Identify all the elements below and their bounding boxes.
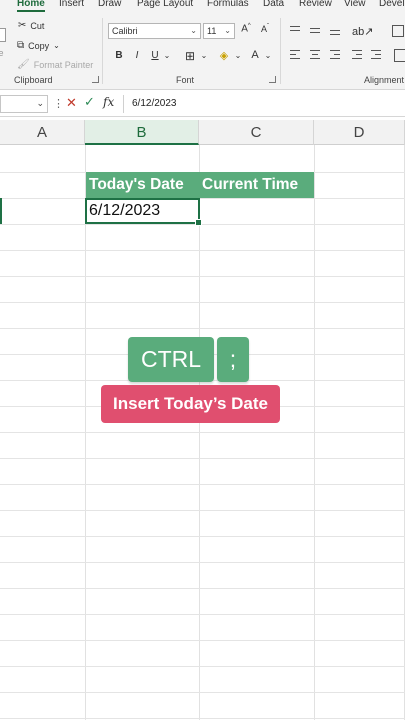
scissors-icon: ✂ bbox=[18, 20, 27, 31]
gridline bbox=[0, 562, 405, 563]
tab-home[interactable]: Home bbox=[17, 0, 45, 12]
font-color-icon[interactable]: A bbox=[249, 49, 261, 61]
gridline bbox=[0, 302, 405, 303]
ctrl-key-badge: CTRL bbox=[128, 337, 214, 382]
underline-button[interactable]: U bbox=[149, 50, 161, 61]
gridline bbox=[0, 224, 405, 225]
chevron-down-icon[interactable]: ⌄ bbox=[262, 51, 274, 60]
column-header-row: A B C D bbox=[0, 120, 405, 145]
clipboard-group-label: Clipboard bbox=[14, 75, 53, 85]
gridline bbox=[0, 614, 405, 615]
ribbon: te ✂ Cut ⧉ Copy ⌄ 🖌 Format Painter Clipb… bbox=[0, 14, 405, 90]
increase-font-icon[interactable]: A^ bbox=[239, 23, 253, 34]
tab-insert[interactable]: Insert bbox=[59, 0, 84, 9]
gridline bbox=[0, 328, 405, 329]
bold-button[interactable]: B bbox=[113, 50, 125, 61]
active-cell-b-date[interactable]: 6/12/2023 bbox=[85, 198, 202, 226]
font-launcher-icon[interactable] bbox=[269, 76, 276, 83]
more-options-icon[interactable]: ⋮ bbox=[53, 97, 64, 110]
decrease-font-icon[interactable]: Aˇ bbox=[258, 24, 272, 34]
chevron-down-icon: ⌄ bbox=[190, 26, 197, 35]
align-top-icon[interactable] bbox=[290, 26, 302, 36]
align-center-icon[interactable] bbox=[310, 50, 322, 62]
chevron-down-icon[interactable]: ⌄ bbox=[198, 51, 210, 60]
column-header-b[interactable]: B bbox=[85, 120, 199, 145]
cut-label: Cut bbox=[30, 20, 45, 31]
formula-bar: ⌄ ⋮ ✕ ✓ fx 6/12/2023 bbox=[0, 91, 405, 117]
ribbon-tab-bar: Home Insert Draw Page Layout Formulas Da… bbox=[0, 0, 405, 14]
orientation-icon[interactable]: ab↗ bbox=[352, 25, 373, 38]
column-header-c[interactable]: C bbox=[199, 120, 314, 145]
gridline bbox=[0, 666, 405, 667]
cancel-icon[interactable]: ✕ bbox=[66, 95, 77, 111]
tab-view[interactable]: View bbox=[344, 0, 366, 9]
align-bottom-icon[interactable] bbox=[330, 26, 342, 36]
gridline bbox=[0, 692, 405, 693]
gridline bbox=[0, 432, 405, 433]
gridline bbox=[0, 718, 405, 719]
copy-icon: ⧉ bbox=[17, 40, 25, 51]
tab-formulas[interactable]: Formulas bbox=[207, 0, 249, 9]
gridline bbox=[0, 198, 405, 199]
paintbrush-icon: 🖌 bbox=[17, 59, 30, 70]
font-size-select[interactable]: 11 ⌄ bbox=[203, 23, 235, 39]
chevron-down-icon: ⌄ bbox=[224, 26, 231, 35]
fill-color-icon[interactable]: ◈ bbox=[218, 49, 230, 62]
font-group-label: Font bbox=[176, 75, 195, 85]
format-painter-button[interactable]: 🖌 Format Painter bbox=[17, 59, 93, 70]
tab-developer[interactable]: Develo bbox=[379, 0, 405, 9]
tab-data[interactable]: Data bbox=[263, 0, 284, 9]
alignment-group-label: Alignment bbox=[364, 75, 405, 85]
paste-icon[interactable] bbox=[0, 28, 6, 42]
group-divider bbox=[280, 18, 281, 84]
semicolon-key-badge: ; bbox=[217, 337, 249, 382]
clipboard-launcher-icon[interactable] bbox=[92, 76, 99, 83]
align-middle-icon[interactable] bbox=[310, 26, 322, 36]
enter-check-icon[interactable]: ✓ bbox=[84, 94, 95, 110]
column-header-a[interactable]: A bbox=[0, 120, 85, 145]
cell-b-header[interactable]: Today's Date bbox=[86, 172, 199, 198]
column-header-d[interactable]: D bbox=[314, 120, 405, 145]
gridline bbox=[0, 536, 405, 537]
gridline bbox=[0, 510, 405, 511]
chevron-down-icon: ⌄ bbox=[53, 41, 60, 50]
gridline bbox=[0, 484, 405, 485]
chevron-down-icon[interactable]: ⌄ bbox=[232, 51, 244, 60]
tab-review[interactable]: Review bbox=[299, 0, 332, 9]
insert-function-icon[interactable]: fx bbox=[103, 95, 114, 109]
paste-button-label[interactable]: te bbox=[0, 48, 4, 58]
chevron-down-icon[interactable]: ⌄ bbox=[36, 98, 44, 109]
tab-page-layout[interactable]: Page Layout bbox=[137, 0, 193, 9]
cut-button[interactable]: ✂ Cut bbox=[18, 20, 44, 31]
group-divider bbox=[102, 18, 103, 84]
font-name-select[interactable]: Calibri ⌄ bbox=[108, 23, 201, 39]
format-painter-label: Format Painter bbox=[33, 59, 94, 70]
font-size-value: 11 bbox=[207, 26, 217, 36]
increase-indent-icon[interactable] bbox=[371, 50, 383, 62]
merge-center-icon[interactable] bbox=[394, 49, 405, 62]
gridline bbox=[0, 276, 405, 277]
copy-label: Copy bbox=[28, 40, 50, 51]
wrap-text-icon[interactable] bbox=[392, 25, 404, 37]
cell-c-header[interactable]: Current Time bbox=[199, 172, 314, 198]
gridline bbox=[0, 458, 405, 459]
gridline bbox=[0, 250, 405, 251]
name-box[interactable]: ⌄ bbox=[0, 95, 48, 113]
shortcut-caption: Insert Today’s Date bbox=[101, 385, 280, 423]
font-name-value: Calibri bbox=[112, 26, 138, 36]
borders-icon[interactable]: ⊞ bbox=[184, 49, 196, 63]
italic-button[interactable]: I bbox=[131, 50, 143, 61]
selected-row-indicator bbox=[0, 198, 2, 224]
align-right-icon[interactable] bbox=[330, 50, 342, 62]
copy-button[interactable]: ⧉ Copy ⌄ bbox=[17, 40, 60, 51]
chevron-down-icon[interactable]: ⌄ bbox=[161, 51, 173, 60]
gridline bbox=[0, 640, 405, 641]
formula-input[interactable]: 6/12/2023 bbox=[123, 95, 405, 113]
gridline bbox=[0, 588, 405, 589]
decrease-indent-icon[interactable] bbox=[352, 50, 364, 62]
tab-draw[interactable]: Draw bbox=[98, 0, 121, 9]
align-left-icon[interactable] bbox=[290, 50, 302, 62]
